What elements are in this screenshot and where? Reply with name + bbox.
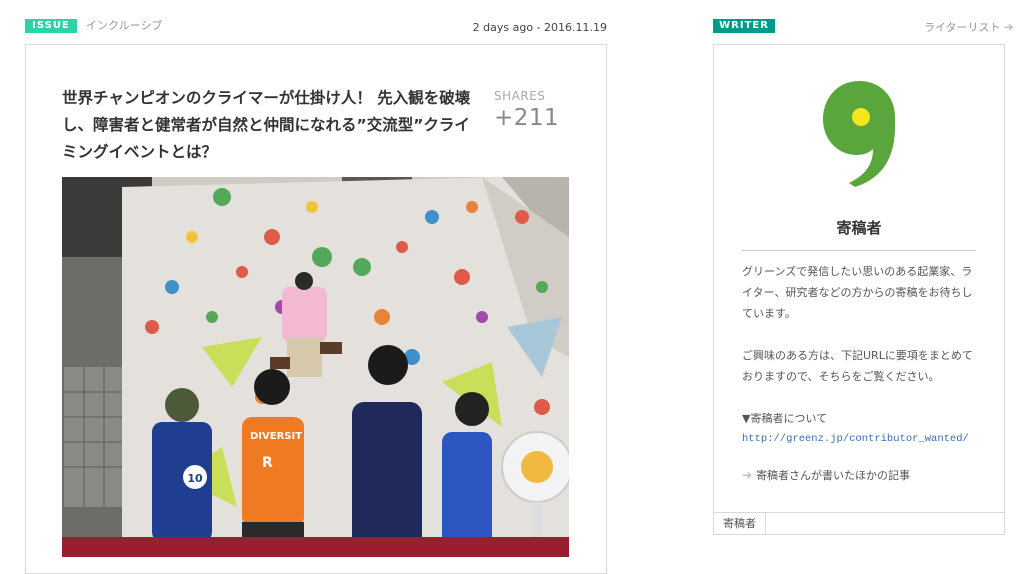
writer-list-label: ライターリスト xyxy=(924,21,1001,34)
article-photo[interactable]: 10 DIVERSIT R xyxy=(62,177,569,557)
issue-category-link[interactable]: インクルーシブ xyxy=(86,18,162,34)
contributor-section-head: ▼寄稿者について xyxy=(742,412,828,425)
climbing-gym-photo: 10 DIVERSIT R xyxy=(62,177,569,557)
writer-name: 寄稿者 xyxy=(836,219,882,237)
writer-tag[interactable]: 寄稿者 xyxy=(714,513,766,534)
writer-invite-text: ご興味のある方は、下記URLに要項をまとめておりますので、そちらをご覧ください。 xyxy=(742,349,973,383)
arrow-right-icon: ➔ xyxy=(742,468,753,482)
other-articles-label: 寄稿者さんが書いたほかの記事 xyxy=(756,469,911,482)
post-date: 2 days ago - 2016.11.19 xyxy=(472,21,607,34)
writer-card: 寄稿者 グリーンズで発信したい思いのある起業家、ライター、研究者などの方からの寄… xyxy=(713,44,1005,535)
writer-list-link[interactable]: ライターリスト ➔ xyxy=(924,19,1014,36)
other-articles-link[interactable]: ➔ 寄稿者さんが書いたほかの記事 xyxy=(742,467,910,484)
arrow-right-icon: ➔ xyxy=(1003,20,1014,34)
svg-text:DIVERSIT: DIVERSIT xyxy=(250,431,302,442)
article-card: 世界チャンピオンのクライマーが仕掛け人！ 先入観を破壊し、障害者と健常者が自然と… xyxy=(25,44,607,574)
writer-divider xyxy=(742,250,976,251)
writer-description: グリーンズで発信したい思いのある起業家、ライター、研究者などの方からの寄稿をお待… xyxy=(742,261,980,449)
shares-count: +211 xyxy=(494,105,560,131)
article-meta-bar: ISSUE インクルーシブ 2 days ago - 2016.11.19 xyxy=(25,18,607,38)
svg-text:R: R xyxy=(262,455,273,471)
greenz-logo-icon[interactable] xyxy=(821,79,897,187)
writer-footer: 寄稿者 xyxy=(714,512,1004,534)
issue-badge: ISSUE xyxy=(25,19,77,33)
writer-description-text: グリーンズで発信したい思いのある起業家、ライター、研究者などの方からの寄稿をお待… xyxy=(742,265,973,320)
writer-badge: WRITER xyxy=(713,19,775,33)
contributor-url-link[interactable]: http://greenz.jp/contributor_wanted/ xyxy=(742,429,980,449)
shares-label: SHARES xyxy=(494,89,546,103)
svg-text:10: 10 xyxy=(187,472,203,485)
article-title[interactable]: 世界チャンピオンのクライマーが仕掛け人！ 先入観を破壊し、障害者と健常者が自然と… xyxy=(62,85,482,166)
